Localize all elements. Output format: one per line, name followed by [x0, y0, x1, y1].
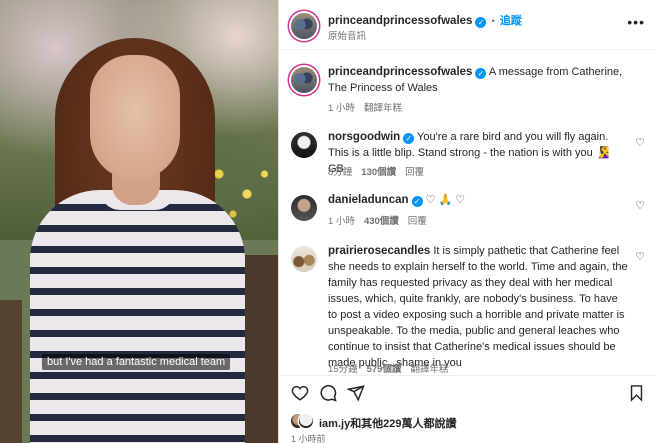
comment-time[interactable]: 15分鐘	[328, 364, 358, 375]
striped-sweater	[30, 190, 245, 443]
post-side-panel: princeandprincessofwales ✓ • 追蹤 原始音訊 ••• …	[278, 0, 656, 443]
comment-like-heart-icon[interactable]: ♡	[635, 136, 645, 149]
comment-like-heart-icon[interactable]: ♡	[635, 199, 645, 212]
comment-meta: 15分鐘 579個讚 翻譯年糕	[328, 361, 457, 375]
comment-text: ♡ 🙏 ♡	[425, 194, 466, 206]
likes-count-text[interactable]: 和其他229萬人都說讚	[350, 418, 456, 430]
caption-avatar[interactable]	[291, 67, 317, 93]
liker-username[interactable]: iam.jy	[319, 418, 350, 430]
caption-time[interactable]: 1 小時	[328, 103, 355, 114]
comment-text: It is simply pathetic that Catherine fee…	[328, 245, 628, 369]
comment-reply[interactable]: 回覆	[408, 216, 427, 227]
share-icon[interactable]	[345, 384, 365, 407]
comment-meta: 8分鐘 130個讚 回覆	[328, 164, 433, 178]
comment-avatar[interactable]	[291, 246, 317, 272]
comment-username[interactable]: danieladuncan	[328, 194, 409, 206]
comment-meta: 1 小時 430個讚 回覆	[328, 213, 436, 227]
comment-reply[interactable]: 回覆	[405, 167, 424, 178]
author-avatar[interactable]	[291, 13, 317, 39]
author-username[interactable]: princeandprincessofwales	[328, 15, 472, 27]
comment-icon[interactable]	[319, 384, 337, 407]
more-options-icon[interactable]: •••	[627, 14, 645, 30]
follow-button[interactable]: 追蹤	[500, 15, 522, 27]
comment-avatar[interactable]	[291, 195, 317, 221]
comment-username[interactable]: prairierosecandles	[328, 245, 430, 257]
subject-face	[90, 55, 180, 180]
comment-like-heart-icon[interactable]: ♡	[635, 250, 645, 263]
verified-badge-icon: ✓	[475, 17, 487, 28]
comment-reply[interactable]: 翻譯年糕	[410, 364, 448, 375]
caption-username[interactable]: princeandprincessofwales	[328, 66, 472, 78]
bookmark-icon[interactable]	[628, 384, 645, 407]
comment-likes[interactable]: 579個讚	[367, 364, 402, 375]
heart-icon[interactable]	[291, 384, 309, 407]
caption-translate[interactable]: 翻譯年糕	[364, 103, 402, 114]
post-header: princeandprincessofwales ✓ • 追蹤 原始音訊 •••	[279, 0, 656, 50]
audio-label[interactable]: 原始音訊	[328, 28, 366, 42]
post-video[interactable]: but I've had a fantastic medical team	[0, 0, 278, 443]
comment-username[interactable]: norsgoodwin	[328, 131, 400, 143]
comment-time[interactable]: 8分鐘	[328, 167, 352, 178]
verified-badge-icon: ✓	[475, 68, 487, 79]
video-subtitle: but I've had a fantastic medical team	[42, 354, 231, 370]
caption-meta: 1 小時 翻譯年糕	[328, 100, 411, 114]
verified-badge-icon: ✓	[403, 133, 415, 144]
comment-likes[interactable]: 430個讚	[364, 216, 399, 227]
bench-left	[0, 300, 22, 443]
post-timestamp[interactable]: 1 小時前	[291, 432, 326, 443]
post-action-bar	[279, 375, 656, 411]
dot-separator: •	[491, 16, 495, 27]
instagram-post-modal: but I've had a fantastic medical team pr…	[0, 0, 656, 443]
comment-time[interactable]: 1 小時	[328, 216, 355, 227]
verified-badge-icon: ✓	[411, 196, 423, 207]
comment-likes[interactable]: 130個讚	[361, 167, 396, 178]
comment-avatar[interactable]	[291, 132, 317, 158]
likes-summary: iam.jy和其他229萬人都說讚	[279, 414, 656, 430]
liker-avatar[interactable]	[299, 414, 313, 428]
